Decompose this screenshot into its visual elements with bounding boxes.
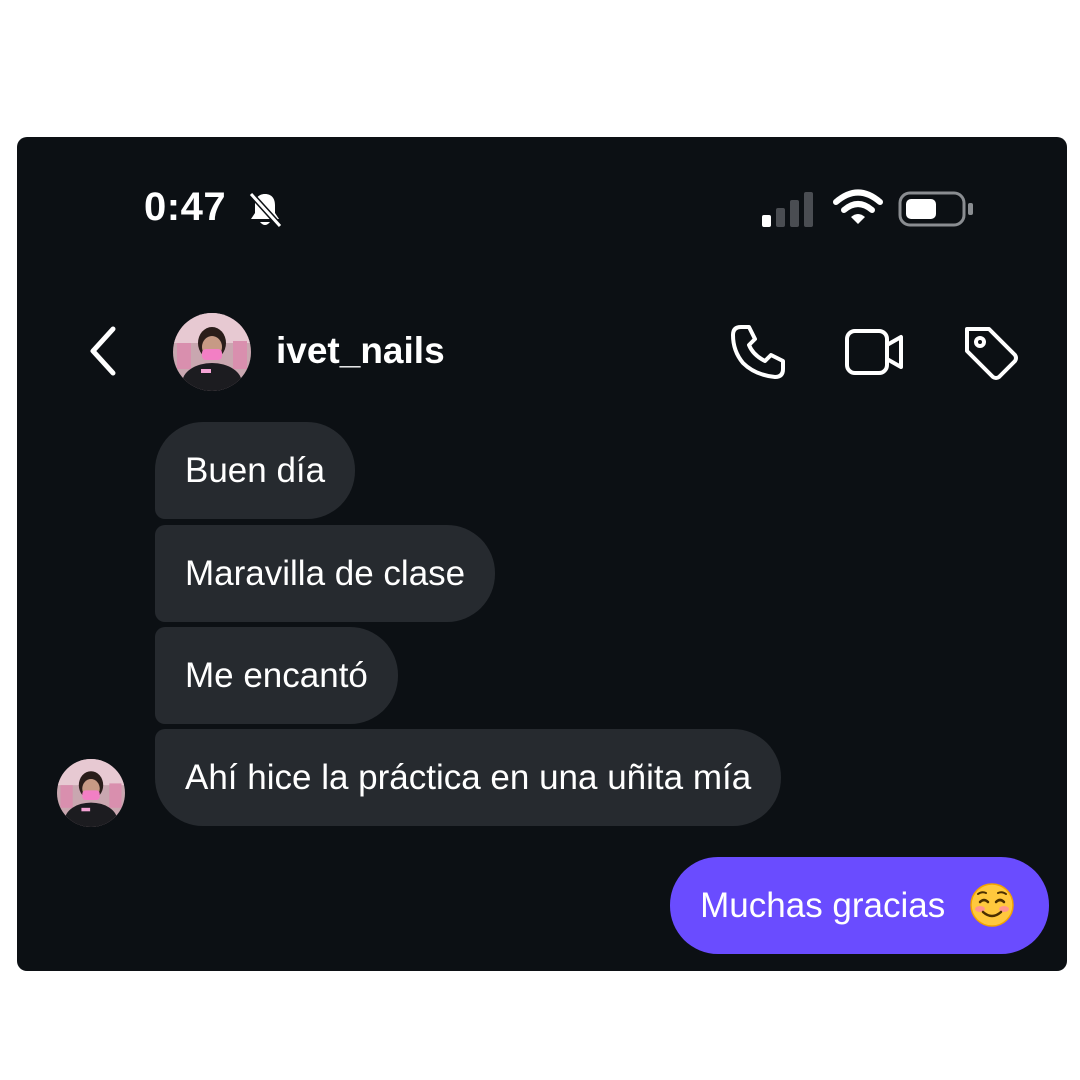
phone-icon[interactable] — [727, 321, 789, 383]
sent-message[interactable]: Muchas gracias — [670, 857, 1049, 954]
signal-icon — [762, 192, 813, 227]
status-time: 0:47 — [144, 185, 227, 229]
bell-slash-icon — [248, 191, 283, 229]
chat-screen: 0:47 ivet_nails Buen día Maravilla de cl… — [17, 137, 1067, 971]
sent-message-text: Muchas gracias — [700, 886, 946, 925]
video-camera-icon[interactable] — [843, 321, 905, 383]
received-message[interactable]: Me encantó — [155, 627, 398, 724]
battery-icon — [898, 191, 973, 227]
wifi-icon — [833, 189, 883, 224]
avatar[interactable] — [173, 313, 251, 391]
received-message[interactable]: Maravilla de clase — [155, 525, 496, 622]
chat-username[interactable]: ivet_nails — [276, 330, 445, 372]
received-message[interactable]: Ahí hice la práctica en una uñita mía — [155, 729, 782, 826]
sender-avatar[interactable] — [57, 759, 125, 827]
back-chevron-icon[interactable] — [85, 323, 121, 379]
received-message[interactable]: Buen día — [155, 422, 356, 519]
smiling-face-emoji — [970, 883, 1014, 927]
tag-icon[interactable] — [959, 321, 1021, 383]
